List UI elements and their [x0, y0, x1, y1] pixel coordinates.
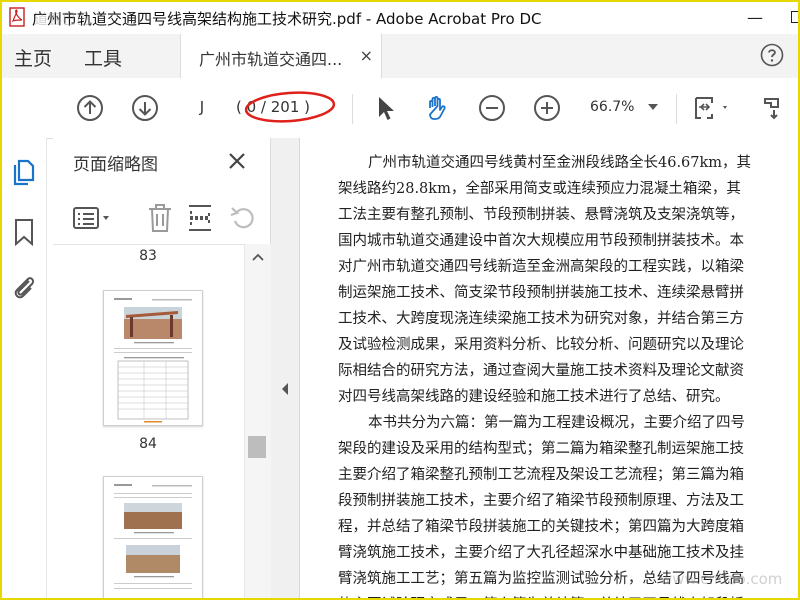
thumbnail-page-84[interactable] — [103, 290, 203, 426]
attachment-icon[interactable] — [11, 272, 37, 302]
maximize-button[interactable] — [774, 0, 800, 34]
text-line: 国内城市轨道交通建设中首次大规模应用节段预制拼装技术。本 — [338, 233, 744, 249]
scroll-thumb[interactable] — [248, 436, 266, 458]
page-preview — [114, 484, 192, 589]
text-line: 主要介绍了箱梁整孔预制工艺流程及架设工艺流程；第三篇为箱 — [338, 467, 744, 483]
text-line: 及试验检测成果，采用资料分析、比较分析、问题研究以及理论 — [338, 337, 744, 353]
bookmark-icon[interactable] — [13, 218, 35, 246]
text-line: 段预制拼装施工技术，主要介绍了箱梁节段预制原理、方法及工 — [338, 493, 744, 509]
text-line: 的主要试验研究成果；第六篇为总结篇，总结了四号线高架段桥 — [338, 592, 800, 600]
text-line: 际相结合的研究方法，通过查阅大量施工技术资料及理论文献资 — [338, 363, 744, 379]
text-line: 架线路约28.8km，全部采用简支或连续预应力混凝土箱梁，其 — [338, 181, 741, 197]
chevron-down-icon[interactable] — [648, 104, 658, 110]
delete-icon[interactable] — [147, 203, 173, 233]
minimize-button[interactable]: — — [732, 0, 778, 34]
text-line: 工法主要有整孔预制、节段预制拼装、悬臂浇筑及支架浇筑等， — [338, 207, 744, 223]
prev-page-icon[interactable] — [76, 94, 104, 122]
zoom-in-icon[interactable] — [533, 94, 561, 122]
hand-tool-icon[interactable] — [423, 94, 451, 122]
tab-document[interactable]: 广州市轨道交通四... × — [180, 34, 382, 78]
tab-document-label: 广州市轨道交通四... — [199, 50, 343, 69]
text-line: 程，并总结了箱梁节段拼装施工的关键技术；第四篇为大跨度箱 — [338, 519, 744, 535]
thumbnail-scrollbar[interactable] — [244, 244, 271, 600]
annotation-ellipse — [244, 91, 336, 123]
select-arrow-icon[interactable] — [372, 94, 400, 122]
toolbar-divider — [352, 94, 353, 124]
text-line: 工技术、大跨度现浇连续梁施工技术为研究对象，并结合第三方 — [338, 311, 744, 327]
thumbnail-list: 83 84 — [53, 244, 243, 600]
page-number-input[interactable]: J — [182, 92, 222, 122]
thumbnail-page-85[interactable] — [103, 476, 203, 600]
adobe-pdf-icon — [9, 7, 25, 27]
text-line: 本书共分为六篇：第一篇为工程建设概况，主要介绍了四号 — [368, 415, 745, 431]
options-icon[interactable] — [73, 206, 113, 230]
crop-icon[interactable] — [187, 203, 213, 233]
side-rail — [0, 138, 47, 600]
page-number-84: 84 — [139, 436, 157, 452]
rotate-icon[interactable] — [229, 204, 257, 232]
panel-collapse-strip[interactable] — [271, 138, 300, 600]
help-icon[interactable] — [760, 43, 784, 67]
thumbnail-panel: 页面缩略图 83 84 — [53, 138, 271, 600]
text-line: 臂浇筑施工技术，主要介绍了大孔径超深水中基础施工技术及挂 — [338, 545, 744, 561]
toolbar — [0, 78, 800, 139]
panel-toolbar — [53, 190, 270, 245]
tab-home[interactable]: 主页 — [14, 44, 52, 71]
zoom-out-icon[interactable] — [478, 94, 506, 122]
document-text: 广州市轨道交通四号线黄村至金洲段线路全长46.67km，其 架线路约28.8km… — [338, 150, 800, 600]
window-title: 广州市轨道交通四号线高架结构施工技术研究.pdf - Adobe Acrobat… — [32, 10, 542, 28]
page-number-83: 83 — [139, 248, 157, 264]
minimize-icon: — — [747, 7, 763, 27]
watermark-bottom: www.cndao.com — [660, 570, 783, 588]
tab-bar: 主页 工具 广州市轨道交通四... × — [0, 34, 800, 79]
text-line: 广州市轨道交通四号线黄村至金洲段线路全长46.67km，其 — [368, 155, 752, 171]
text-line: 对广州市轨道交通四号线新造至金洲高架段的工程实践，以箱梁 — [338, 259, 744, 275]
text-line: 架段的建设及采用的结构型式；第二篇为箱梁整孔制运架施工技 — [338, 441, 744, 457]
tab-tools[interactable]: 工具 — [84, 44, 122, 71]
scroll-up-icon[interactable] — [252, 252, 264, 262]
page-fit-icon[interactable] — [693, 94, 733, 122]
page-preview — [114, 298, 192, 423]
zoom-select[interactable]: 66.7% — [590, 92, 634, 122]
document-view[interactable]: 广州市轨道交通四号线黄村至金洲段线路全长46.67km，其 架线路约28.8km… — [300, 138, 800, 600]
text-line: 制运架施工技术、简支梁节段预制拼装施工技术、连续梁悬臂拼 — [338, 285, 744, 301]
more-tools-icon[interactable] — [760, 94, 788, 122]
next-page-icon[interactable] — [131, 94, 159, 122]
close-icon[interactable] — [226, 150, 248, 172]
toolbar-divider — [676, 94, 677, 124]
title-bar: 广州市轨道交通四号线高架结构施工技术研究.pdf - Adobe Acrobat… — [0, 0, 800, 35]
panel-title: 页面缩略图 — [73, 155, 158, 175]
thumbnails-icon[interactable] — [11, 158, 37, 188]
watermark-top: 道客巴巴 — [34, 12, 90, 28]
maximize-icon — [791, 11, 800, 23]
collapse-arrow-icon[interactable] — [280, 382, 290, 396]
text-line: 对四号线高架线路的建设经验和施工技术进行了总结、研究。 — [338, 389, 730, 405]
close-icon[interactable]: × — [360, 46, 373, 65]
